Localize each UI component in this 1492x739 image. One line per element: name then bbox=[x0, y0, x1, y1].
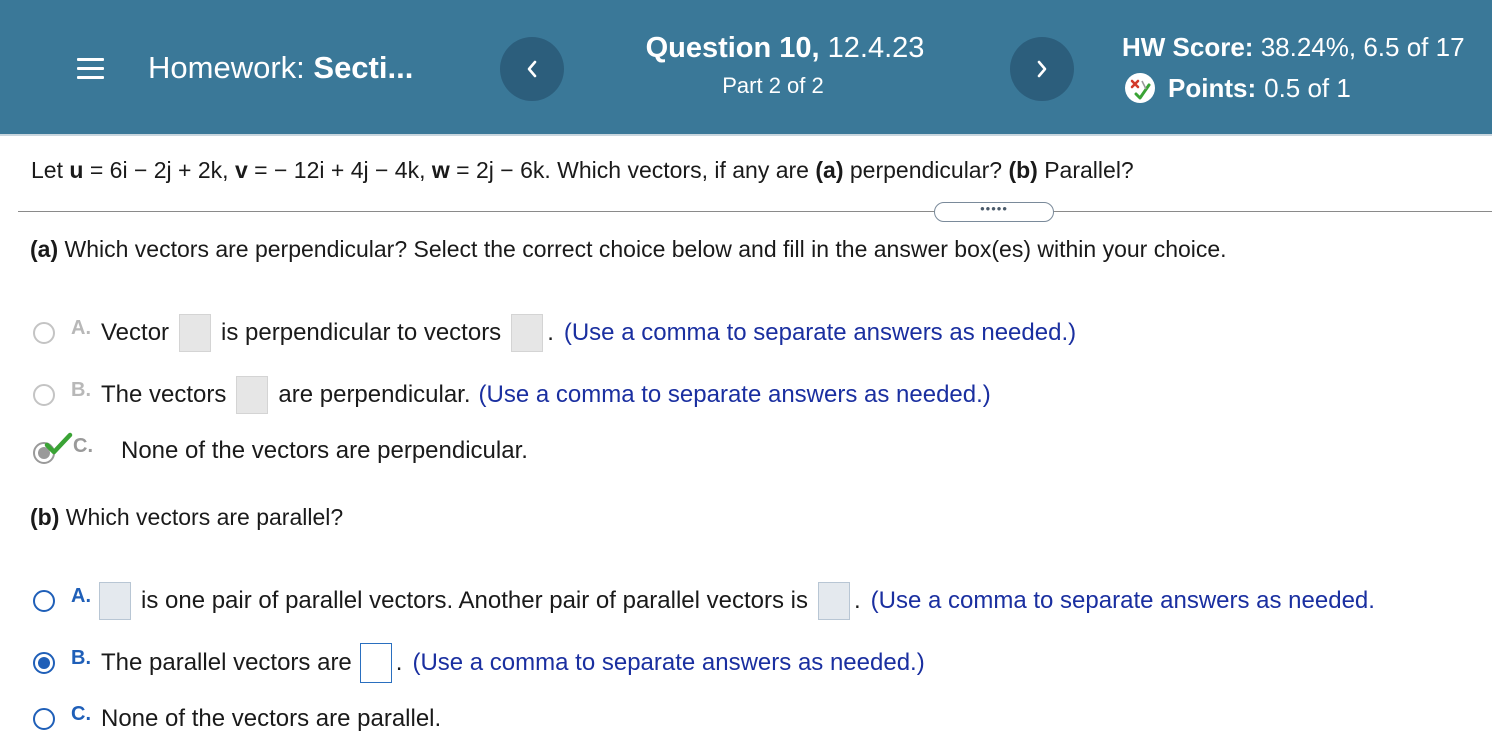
option-text: is one pair of parallel vectors. Another… bbox=[141, 587, 808, 614]
option-text: . bbox=[395, 649, 403, 676]
option-text: The vectors bbox=[101, 381, 227, 408]
hw-score-label: HW Score: bbox=[1122, 32, 1254, 62]
radio-button[interactable] bbox=[33, 322, 55, 344]
part-a-option-b[interactable]: B. The vectors are perpendicular. (Use a… bbox=[33, 375, 991, 415]
part-a-option-a[interactable]: A. Vector is perpendicular to vectors . … bbox=[33, 313, 1076, 353]
homework-title[interactable]: Homework: Secti... bbox=[148, 50, 413, 86]
expand-button[interactable]: ••••• bbox=[934, 202, 1054, 222]
radio-button[interactable] bbox=[33, 590, 55, 612]
prompt-tag-a: (a) bbox=[815, 157, 844, 183]
part-b-tag: (b) bbox=[30, 504, 60, 530]
option-text: None of the vectors are perpendicular. bbox=[121, 437, 528, 464]
prompt-text: Parallel? bbox=[1037, 157, 1134, 183]
next-question-button[interactable] bbox=[1010, 37, 1074, 101]
option-letter: C. bbox=[73, 434, 93, 457]
prompt-text: = − 12i + 4j − 4k, bbox=[247, 157, 432, 183]
prompt-text: = 2j − 6k. Which vectors, if any are bbox=[449, 157, 816, 183]
question-number: Question 10, bbox=[645, 32, 820, 64]
hw-score: HW Score: 38.24%, 6.5 of 17 bbox=[1122, 32, 1465, 63]
prompt-text: Let bbox=[31, 157, 70, 183]
prompt-tag-b: (b) bbox=[1008, 157, 1038, 183]
partial-credit-icon bbox=[1125, 73, 1155, 103]
part-a-text: Which vectors are perpendicular? Select … bbox=[58, 236, 1227, 262]
part-b-option-c[interactable]: C. None of the vectors are parallel. bbox=[33, 699, 441, 739]
points-value: 0.5 of 1 bbox=[1264, 72, 1351, 103]
part-a-option-c[interactable]: C. None of the vectors are perpendicular… bbox=[33, 431, 528, 471]
option-text: . bbox=[854, 587, 861, 614]
answer-box[interactable] bbox=[236, 376, 269, 414]
hint-text: (Use a comma to separate answers as need… bbox=[563, 319, 1077, 346]
previous-question-button[interactable] bbox=[500, 37, 564, 101]
divider bbox=[18, 211, 1492, 212]
option-text: is perpendicular to vectors bbox=[221, 319, 502, 346]
graded-radio[interactable] bbox=[33, 432, 73, 466]
question-points: Points: 0.5 of 1 bbox=[1124, 72, 1351, 104]
hint-text: (Use a comma to separate answers as need… bbox=[412, 649, 925, 676]
option-letter: B. bbox=[71, 378, 91, 401]
question-title: Question 10, 12.4.23 bbox=[605, 32, 965, 65]
part-b-option-b[interactable]: B. The parallel vectors are . (Use a com… bbox=[33, 643, 925, 683]
radio-button[interactable] bbox=[33, 708, 55, 730]
hamburger-icon[interactable] bbox=[77, 56, 104, 82]
radio-button[interactable] bbox=[33, 652, 55, 674]
prompt-text: perpendicular? bbox=[843, 157, 1009, 183]
prompt-text: = 6i − 2j + 2k, bbox=[83, 157, 235, 183]
hw-score-value: 38.24%, 6.5 of 17 bbox=[1260, 32, 1465, 62]
answer-box[interactable] bbox=[818, 582, 850, 620]
vector-v: v bbox=[234, 157, 248, 183]
option-letter: A. bbox=[71, 316, 91, 339]
question-code: 12.4.23 bbox=[827, 32, 925, 64]
answer-box[interactable] bbox=[511, 314, 544, 352]
chevron-left-icon bbox=[527, 60, 537, 78]
checkmark-icon bbox=[44, 432, 73, 455]
option-text: The parallel vectors are bbox=[101, 649, 352, 676]
option-text: . bbox=[547, 319, 554, 346]
radio-button[interactable] bbox=[33, 384, 55, 406]
option-text: None of the vectors are parallel. bbox=[101, 705, 442, 732]
points-label: Points: bbox=[1168, 72, 1257, 103]
option-letter: C. bbox=[71, 702, 91, 725]
vector-w: w bbox=[431, 157, 450, 183]
option-text: Vector bbox=[101, 319, 170, 346]
answer-box[interactable] bbox=[359, 643, 392, 683]
part-b-text: Which vectors are parallel? bbox=[59, 504, 344, 530]
homework-section: Secti... bbox=[313, 50, 414, 85]
chevron-right-icon bbox=[1037, 60, 1047, 78]
hint-text: (Use a comma to separate answers as need… bbox=[478, 381, 991, 408]
option-letter: A. bbox=[71, 584, 91, 607]
hint-text: (Use a comma to separate answers as need… bbox=[870, 587, 1375, 614]
option-letter: B. bbox=[71, 646, 91, 669]
question-part: Part 2 of 2 bbox=[722, 73, 824, 98]
question-prompt: Let u = 6i − 2j + 2k, v = − 12i + 4j − 4… bbox=[31, 157, 1134, 184]
answer-box[interactable] bbox=[179, 314, 212, 352]
answer-box[interactable] bbox=[99, 582, 131, 620]
part-a-heading: (a) Which vectors are perpendicular? Sel… bbox=[30, 236, 1227, 263]
top-bar: Homework: Secti... Question 10, 12.4.23 … bbox=[0, 0, 1492, 136]
homework-label: Homework: bbox=[148, 50, 305, 85]
part-b-option-a[interactable]: A. is one pair of parallel vectors. Anot… bbox=[33, 581, 1375, 621]
part-b-heading: (b) Which vectors are parallel? bbox=[30, 504, 343, 531]
option-text: are perpendicular. bbox=[278, 381, 471, 408]
part-a-tag: (a) bbox=[30, 236, 59, 262]
vector-u: u bbox=[69, 157, 84, 183]
